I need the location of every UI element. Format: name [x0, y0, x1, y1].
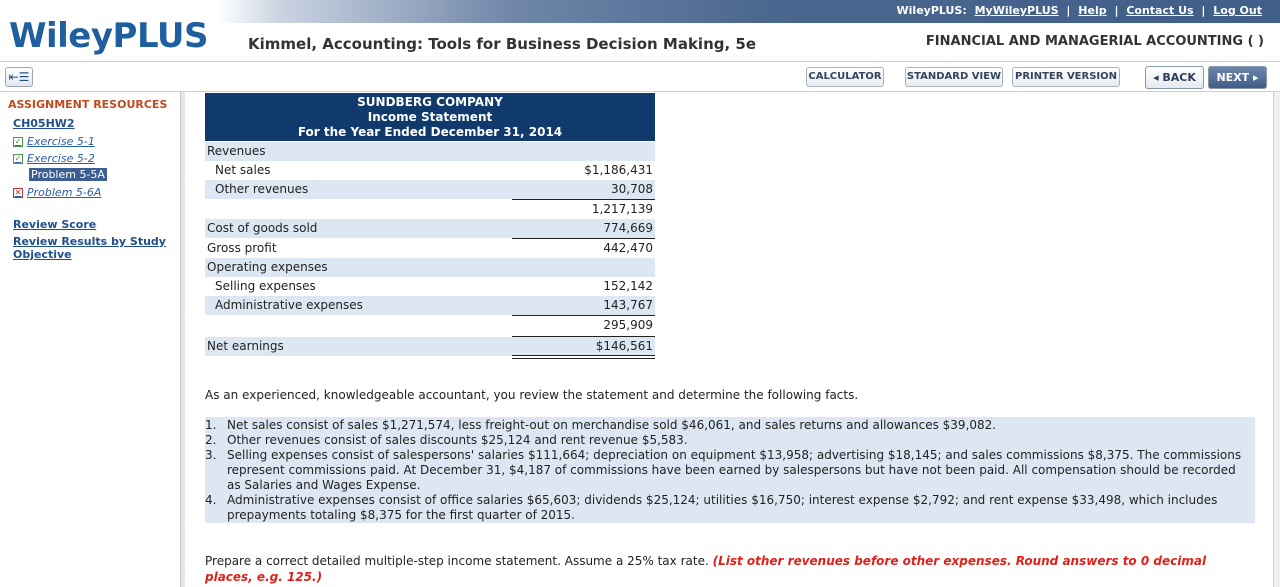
fact-text: Selling expenses consist of salespersons… — [227, 448, 1242, 492]
course-name: FINANCIAL AND MANAGERIAL ACCOUNTING ( ) — [925, 34, 1264, 49]
prepare-instructions: Prepare a correct detailed multiple-step… — [205, 553, 1245, 585]
statement-row: 295,909 — [205, 316, 655, 335]
contact-us-link[interactable]: Contact Us — [1126, 4, 1193, 17]
panel-toggle-icon: ⇤☰ — [8, 70, 30, 84]
row-amount: 30,708 — [611, 182, 653, 196]
fact-number: 2. — [205, 433, 217, 447]
statement-row: Administrative expenses 143,767 — [205, 296, 655, 315]
top-links-prefix: WileyPLUS: — [896, 4, 967, 17]
row-label: Cost of goods sold — [207, 221, 318, 235]
header-divider — [0, 61, 1280, 62]
row-label: Administrative expenses — [215, 298, 363, 312]
toolbar-divider — [0, 91, 1280, 92]
statement-row: Cost of goods sold 774,669 — [205, 219, 655, 238]
separator: | — [1066, 4, 1071, 17]
row-amount: $146,561 — [595, 339, 653, 353]
sidebar-item-label: Problem 5-5A — [31, 168, 105, 181]
row-label: Gross profit — [207, 241, 277, 255]
sidebar-item-problem-5-5a[interactable]: Problem 5-5A — [29, 168, 107, 181]
row-amount: 152,142 — [603, 279, 653, 293]
statement-row: 1,217,139 — [205, 200, 655, 219]
intro-text: As an experienced, knowledgeable account… — [205, 388, 859, 402]
statement-row: Selling expenses 152,142 — [205, 277, 655, 296]
total-double-underline — [512, 355, 655, 359]
top-links: WileyPLUS: MyWileyPLUS | Help | Contact … — [895, 4, 1264, 17]
fact-number: 3. — [205, 448, 217, 462]
sidebar-item-exercise-5-1[interactable]: ✓ Exercise 5-1 — [13, 135, 95, 148]
separator: | — [1114, 4, 1119, 17]
log-out-link[interactable]: Log Out — [1213, 4, 1262, 17]
scrollbar-track[interactable] — [1273, 92, 1280, 587]
statement-row: Revenues — [205, 142, 655, 161]
calculator-button[interactable]: CALCULATOR — [806, 67, 884, 87]
row-label: Net earnings — [207, 339, 284, 353]
standard-view-button[interactable]: STANDARD VIEW — [905, 67, 1003, 87]
statement-title: Income Statement — [367, 110, 493, 124]
sidebar-resize-handle[interactable] — [180, 92, 185, 587]
statement-header: SUNDBERG COMPANY Income Statement For th… — [205, 93, 655, 141]
row-label: Net sales — [215, 163, 271, 177]
mywileyplus-link[interactable]: MyWileyPLUS — [975, 4, 1059, 17]
row-amount: 1,217,139 — [591, 202, 653, 216]
row-amount: 295,909 — [603, 318, 653, 332]
fact-number: 4. — [205, 493, 217, 507]
wileyplus-logo[interactable]: WileyPLUS — [9, 16, 209, 56]
next-button[interactable]: NEXT ▸ — [1208, 66, 1267, 89]
statement-row: Gross profit 442,470 — [205, 239, 655, 258]
statement-period: For the Year Ended December 31, 2014 — [297, 125, 563, 139]
cross-icon: ✕ — [13, 187, 23, 198]
printer-version-button[interactable]: PRINTER VERSION — [1012, 67, 1120, 87]
assignment-sidebar — [0, 92, 180, 587]
row-amount: 143,767 — [603, 298, 653, 312]
statement-row: Net earnings $146,561 — [205, 337, 655, 356]
sidebar-item-label: Problem 5-6A — [27, 186, 102, 199]
company-name: SUNDBERG COMPANY — [357, 95, 503, 109]
fact-text: Net sales consist of sales $1,271,574, l… — [227, 418, 997, 432]
sidebar-item-label: Exercise 5-2 — [27, 152, 95, 165]
row-label: Selling expenses — [215, 279, 316, 293]
fact-number: 1. — [205, 418, 217, 432]
sidebar-item-exercise-5-2[interactable]: ✓ Exercise 5-2 — [13, 152, 95, 165]
statement-row: Other revenues 30,708 — [205, 180, 655, 199]
separator: | — [1201, 4, 1206, 17]
assignment-resources-heading: ASSIGNMENT RESOURCES — [8, 98, 168, 111]
row-label: Revenues — [207, 144, 266, 158]
sidebar-item-label: Exercise 5-1 — [27, 135, 95, 148]
help-link[interactable]: Help — [1078, 4, 1106, 17]
review-score-link[interactable]: Review Score — [13, 218, 173, 231]
row-amount: 774,669 — [603, 221, 653, 235]
prepare-text: Prepare a correct detailed multiple-step… — [205, 554, 709, 568]
back-button[interactable]: ◂ BACK — [1145, 66, 1204, 89]
fact-text: Other revenues consist of sales discount… — [227, 433, 688, 447]
assignment-link[interactable]: CH05HW2 — [13, 117, 75, 130]
facts-list: 1. Net sales consist of sales $1,271,574… — [205, 417, 1255, 523]
sidebar-item-problem-5-6a[interactable]: ✕ Problem 5-6A — [13, 186, 101, 199]
row-amount: 442,470 — [603, 241, 653, 255]
statement-row: Operating expenses — [205, 258, 655, 277]
checkmark-icon: ✓ — [13, 153, 23, 164]
statement-row: Net sales $1,186,431 — [205, 161, 655, 180]
row-label: Other revenues — [215, 182, 309, 196]
course-title: Kimmel, Accounting: Tools for Business D… — [248, 35, 757, 53]
checkmark-icon: ✓ — [13, 136, 23, 147]
panel-toggle-button[interactable]: ⇤☰ — [5, 67, 33, 87]
row-amount: $1,186,431 — [584, 163, 653, 177]
review-results-link[interactable]: Review Results by Study Objective — [13, 235, 173, 261]
fact-text: Administrative expenses consist of offic… — [227, 493, 1218, 522]
row-label: Operating expenses — [207, 260, 328, 274]
